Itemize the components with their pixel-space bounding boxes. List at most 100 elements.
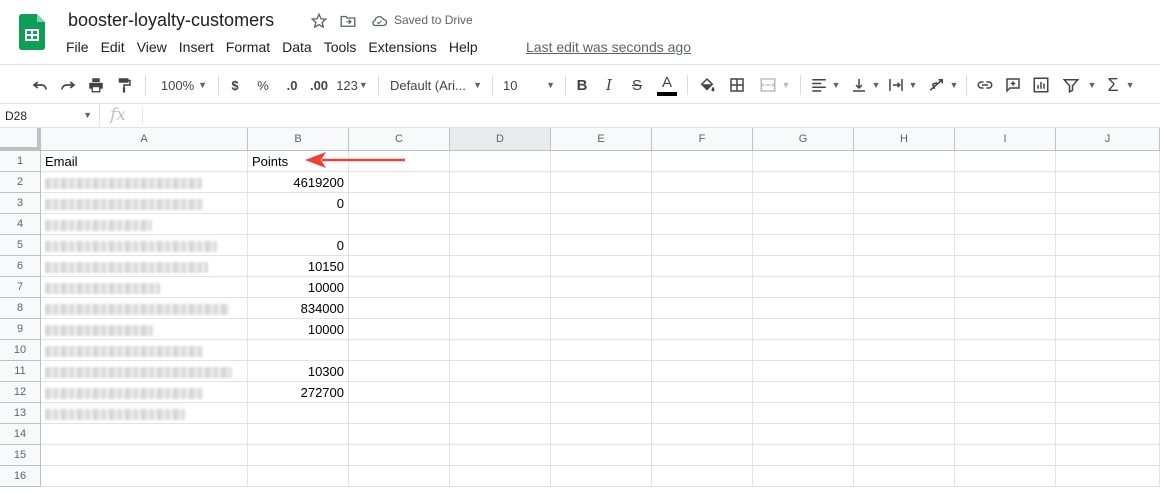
cell-i10[interactable]	[955, 340, 1056, 361]
insert-chart-button[interactable]	[1031, 73, 1051, 97]
cell-d6[interactable]	[450, 256, 551, 277]
cell-i13[interactable]	[955, 403, 1056, 424]
cell-h14[interactable]	[854, 424, 955, 445]
menu-format[interactable]: Format	[220, 38, 276, 58]
more-formats-button[interactable]: 123 ▼	[336, 73, 368, 97]
menu-tools[interactable]: Tools	[318, 38, 363, 58]
cell-e5[interactable]	[551, 235, 652, 256]
cell-d15[interactable]	[450, 445, 551, 466]
cell-g4[interactable]	[753, 214, 854, 235]
merge-cells-button[interactable]: ▼	[756, 73, 792, 97]
row-header-6[interactable]: 6	[0, 256, 41, 277]
cell-c11[interactable]	[349, 361, 450, 382]
cell-b6[interactable]: 10150	[248, 256, 349, 277]
filter-button[interactable]: ▼	[1061, 73, 1097, 97]
cell-e16[interactable]	[551, 466, 652, 487]
cell-h3[interactable]	[854, 193, 955, 214]
cell-j11[interactable]	[1056, 361, 1160, 382]
cell-b8[interactable]: 834000	[248, 298, 349, 319]
cell-c12[interactable]	[349, 382, 450, 403]
italic-button[interactable]: I	[601, 73, 617, 97]
cell-h11[interactable]	[854, 361, 955, 382]
cell-f10[interactable]	[652, 340, 753, 361]
cell-e1[interactable]	[551, 151, 652, 172]
cell-i9[interactable]	[955, 319, 1056, 340]
star-icon[interactable]	[310, 12, 328, 30]
cell-b5[interactable]: 0	[248, 235, 349, 256]
cell-d2[interactable]	[450, 172, 551, 193]
cell-e10[interactable]	[551, 340, 652, 361]
menu-help[interactable]: Help	[443, 38, 484, 58]
cell-f4[interactable]	[652, 214, 753, 235]
borders-button[interactable]	[727, 73, 747, 97]
cell-g7[interactable]	[753, 277, 854, 298]
cell-g12[interactable]	[753, 382, 854, 403]
cell-h1[interactable]	[854, 151, 955, 172]
cell-b11[interactable]: 10300	[248, 361, 349, 382]
menu-insert[interactable]: Insert	[173, 38, 220, 58]
cell-c9[interactable]	[349, 319, 450, 340]
cell-h9[interactable]	[854, 319, 955, 340]
cell-d5[interactable]	[450, 235, 551, 256]
row-header-13[interactable]: 13	[0, 403, 41, 424]
menu-edit[interactable]: Edit	[95, 38, 131, 58]
cell-a4[interactable]	[41, 214, 248, 235]
menu-data[interactable]: Data	[276, 38, 318, 58]
cell-a1[interactable]: Email	[41, 151, 248, 172]
cell-i7[interactable]	[955, 277, 1056, 298]
last-edit-link[interactable]: Last edit was seconds ago	[526, 39, 691, 55]
insert-link-button[interactable]	[975, 73, 995, 97]
cell-e9[interactable]	[551, 319, 652, 340]
cell-g16[interactable]	[753, 466, 854, 487]
cell-h12[interactable]	[854, 382, 955, 403]
font-family-select[interactable]: Default (Ari... ▼	[390, 73, 482, 97]
cell-i3[interactable]	[955, 193, 1056, 214]
cell-i8[interactable]	[955, 298, 1056, 319]
cell-h2[interactable]	[854, 172, 955, 193]
cell-d7[interactable]	[450, 277, 551, 298]
functions-button[interactable]: Σ ▼	[1105, 73, 1137, 97]
cell-d3[interactable]	[450, 193, 551, 214]
cell-i14[interactable]	[955, 424, 1056, 445]
cell-i6[interactable]	[955, 256, 1056, 277]
cell-j15[interactable]	[1056, 445, 1160, 466]
cell-b7[interactable]: 10000	[248, 277, 349, 298]
cell-g11[interactable]	[753, 361, 854, 382]
cell-f15[interactable]	[652, 445, 753, 466]
cell-c6[interactable]	[349, 256, 450, 277]
cell-j1[interactable]	[1056, 151, 1160, 172]
cell-g14[interactable]	[753, 424, 854, 445]
cell-c8[interactable]	[349, 298, 450, 319]
cell-g6[interactable]	[753, 256, 854, 277]
column-header-f[interactable]: F	[652, 128, 753, 151]
cell-g8[interactable]	[753, 298, 854, 319]
row-header-11[interactable]: 11	[0, 361, 41, 382]
cell-j16[interactable]	[1056, 466, 1160, 487]
cell-d11[interactable]	[450, 361, 551, 382]
cell-a14[interactable]	[41, 424, 248, 445]
row-header-7[interactable]: 7	[0, 277, 41, 298]
cell-c14[interactable]	[349, 424, 450, 445]
cell-e13[interactable]	[551, 403, 652, 424]
cell-j13[interactable]	[1056, 403, 1160, 424]
cell-b9[interactable]: 10000	[248, 319, 349, 340]
column-header-b[interactable]: B	[248, 128, 349, 151]
font-size-select[interactable]: 10 ▼	[503, 73, 555, 97]
row-header-10[interactable]: 10	[0, 340, 41, 361]
cell-i4[interactable]	[955, 214, 1056, 235]
row-header-5[interactable]: 5	[0, 235, 41, 256]
cell-d16[interactable]	[450, 466, 551, 487]
menu-extensions[interactable]: Extensions	[362, 38, 442, 58]
cell-h7[interactable]	[854, 277, 955, 298]
cell-a12[interactable]	[41, 382, 248, 403]
sheets-logo[interactable]	[19, 14, 45, 50]
cell-d12[interactable]	[450, 382, 551, 403]
cell-h16[interactable]	[854, 466, 955, 487]
insert-comment-button[interactable]	[1003, 73, 1023, 97]
cell-f2[interactable]	[652, 172, 753, 193]
cell-f3[interactable]	[652, 193, 753, 214]
undo-button[interactable]	[30, 73, 50, 97]
cell-d10[interactable]	[450, 340, 551, 361]
cell-a16[interactable]	[41, 466, 248, 487]
bold-button[interactable]: B	[574, 73, 590, 97]
